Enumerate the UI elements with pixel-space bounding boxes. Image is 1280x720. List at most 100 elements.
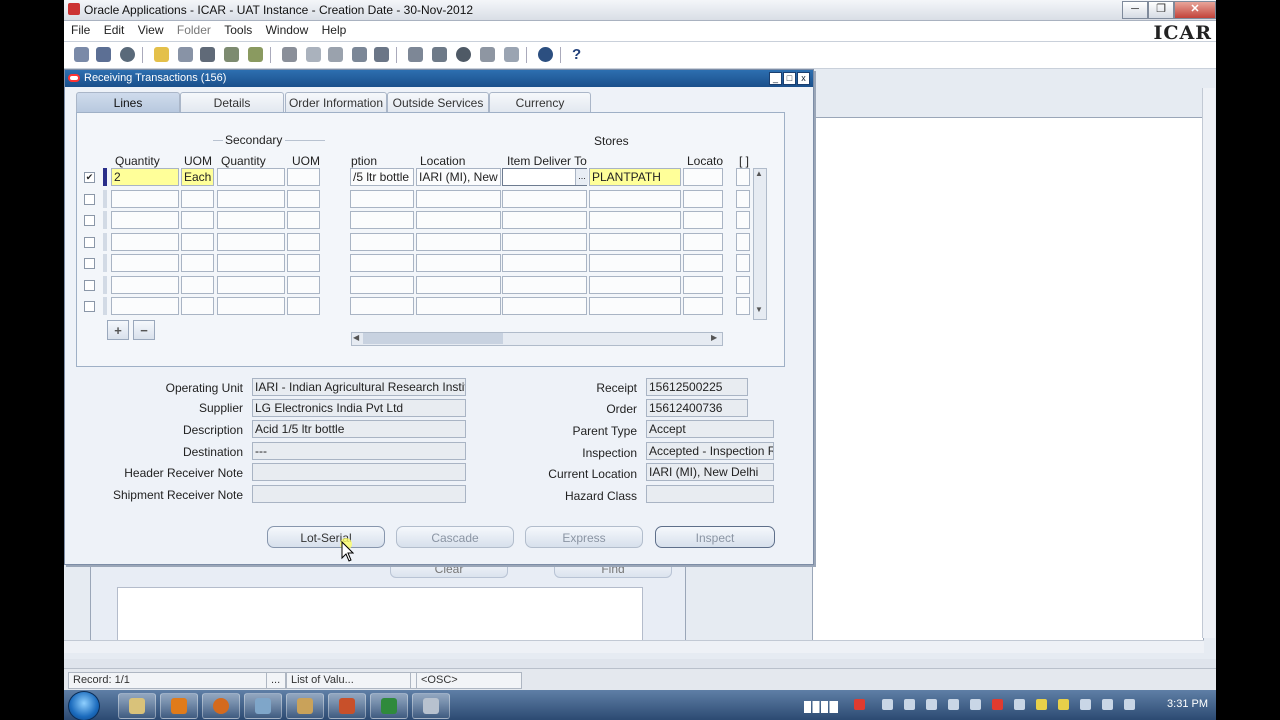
cell-uom[interactable]: Each bbox=[181, 168, 214, 186]
close-form-icon[interactable] bbox=[224, 47, 239, 62]
menu-view[interactable]: View bbox=[135, 21, 167, 39]
copy-icon[interactable] bbox=[306, 47, 321, 62]
tray-icon-1[interactable] bbox=[854, 699, 865, 710]
attachment-icon[interactable] bbox=[248, 47, 263, 62]
operating-unit-field[interactable]: IARI - Indian Agricultural Research Inst… bbox=[252, 378, 466, 396]
cell-stores[interactable] bbox=[589, 254, 681, 272]
help-icon[interactable]: ? bbox=[572, 47, 587, 62]
current-location-field[interactable]: IARI (MI), New Delhi bbox=[646, 463, 774, 481]
folder-tools-icon[interactable] bbox=[504, 47, 519, 62]
tray-icon-8[interactable] bbox=[1014, 699, 1025, 710]
cell-location[interactable] bbox=[416, 254, 501, 272]
cell-sec-quantity[interactable] bbox=[217, 275, 285, 294]
cell-uom[interactable] bbox=[181, 275, 214, 294]
delete-icon[interactable] bbox=[374, 47, 389, 62]
cascade-button[interactable]: Cascade bbox=[396, 526, 514, 548]
menu-folder[interactable]: Folder bbox=[174, 21, 214, 39]
print-icon[interactable] bbox=[200, 47, 215, 62]
destination-field[interactable]: --- bbox=[252, 442, 466, 460]
cell-location[interactable] bbox=[416, 232, 501, 251]
cell-stores[interactable]: PLANTPATH bbox=[589, 168, 681, 186]
cell-description[interactable] bbox=[350, 232, 414, 251]
cell-sec-quantity[interactable] bbox=[217, 168, 285, 186]
paperclip-icon[interactable] bbox=[480, 47, 495, 62]
dialog-minimize-button[interactable]: _ bbox=[769, 72, 782, 85]
row-select-checkbox[interactable] bbox=[84, 193, 95, 205]
cell-quantity[interactable] bbox=[111, 297, 179, 315]
main-horizontal-scrollbar[interactable] bbox=[64, 640, 1204, 653]
tray-icon-7[interactable] bbox=[992, 699, 1003, 710]
cell-location[interactable]: IARI (MI), New D bbox=[416, 168, 501, 186]
row-indicator[interactable] bbox=[103, 232, 107, 251]
translations-icon[interactable] bbox=[456, 47, 471, 62]
cell-description[interactable]: /5 ltr bottle bbox=[350, 168, 414, 186]
cell-location[interactable] bbox=[416, 189, 501, 208]
dialog-maximize-button[interactable]: □ bbox=[783, 72, 796, 85]
inspection-field[interactable]: Accepted - Inspection R bbox=[646, 442, 774, 460]
cell-description[interactable] bbox=[350, 254, 414, 272]
cell-locator[interactable] bbox=[683, 168, 723, 186]
scroll-down-arrow-icon[interactable]: ▼ bbox=[755, 305, 763, 314]
dialog-close-button[interactable]: x bbox=[797, 72, 810, 85]
cell-sec-quantity[interactable] bbox=[217, 254, 285, 272]
cell-description[interactable] bbox=[350, 297, 414, 315]
taskbar-powerpoint[interactable] bbox=[328, 693, 366, 719]
remove-row-button[interactable]: − bbox=[133, 320, 155, 340]
navigator-icon[interactable] bbox=[120, 47, 135, 62]
cell-sec-uom[interactable] bbox=[287, 232, 320, 251]
main-vertical-scrollbar[interactable] bbox=[1202, 88, 1215, 638]
cell-quantity[interactable] bbox=[111, 254, 179, 272]
cell-flexfield[interactable] bbox=[736, 275, 750, 294]
cell-locator[interactable] bbox=[683, 275, 723, 294]
cell-flexfield[interactable] bbox=[736, 189, 750, 208]
row-select-checkbox[interactable]: ✔ bbox=[84, 172, 95, 183]
cell-sec-quantity[interactable] bbox=[217, 232, 285, 251]
cell-location[interactable] bbox=[416, 275, 501, 294]
cell-item-deliver-to[interactable] bbox=[502, 232, 587, 251]
cell-locator[interactable] bbox=[683, 297, 723, 315]
cell-stores[interactable] bbox=[589, 189, 681, 208]
taskbar-excel[interactable] bbox=[370, 693, 408, 719]
taskbar-firefox[interactable] bbox=[202, 693, 240, 719]
inspect-button[interactable]: Inspect bbox=[655, 526, 775, 548]
cell-quantity[interactable] bbox=[111, 211, 179, 229]
menu-tools[interactable]: Tools bbox=[221, 21, 255, 39]
cell-item-deliver-to[interactable] bbox=[502, 297, 587, 315]
express-button[interactable]: Express bbox=[525, 526, 643, 548]
start-button[interactable] bbox=[68, 691, 100, 720]
cell-location[interactable] bbox=[416, 297, 501, 315]
close-button[interactable]: ✕ bbox=[1174, 1, 1216, 19]
zoom-icon[interactable] bbox=[432, 47, 447, 62]
row-indicator[interactable] bbox=[103, 297, 107, 315]
tray-icon-10[interactable] bbox=[1058, 699, 1069, 710]
cell-uom[interactable] bbox=[181, 254, 214, 272]
clear-record-icon[interactable] bbox=[352, 47, 367, 62]
row-select-checkbox[interactable] bbox=[84, 279, 95, 291]
cell-sec-uom[interactable] bbox=[287, 297, 320, 315]
save-icon[interactable] bbox=[178, 47, 193, 62]
cell-sec-quantity[interactable] bbox=[217, 211, 285, 229]
cut-icon[interactable] bbox=[282, 47, 297, 62]
cell-flexfield[interactable] bbox=[736, 254, 750, 272]
cell-sec-quantity[interactable] bbox=[217, 189, 285, 208]
menu-file[interactable]: File bbox=[68, 21, 93, 39]
receipt-field[interactable]: 15612500225 bbox=[646, 378, 748, 396]
cell-uom[interactable] bbox=[181, 297, 214, 315]
menu-help[interactable]: Help bbox=[319, 21, 350, 39]
taskbar-oracle[interactable] bbox=[412, 693, 450, 719]
cell-uom[interactable] bbox=[181, 232, 214, 251]
cell-locator[interactable] bbox=[683, 189, 723, 208]
tray-icon-9[interactable] bbox=[1036, 699, 1047, 710]
cell-item-deliver-to[interactable] bbox=[502, 275, 587, 294]
cell-locator[interactable] bbox=[683, 254, 723, 272]
cell-stores[interactable] bbox=[589, 211, 681, 229]
edit-field-icon[interactable] bbox=[408, 47, 423, 62]
row-select-checkbox[interactable] bbox=[84, 215, 95, 226]
award-icon[interactable] bbox=[538, 47, 553, 62]
maximize-button[interactable]: ❐ bbox=[1148, 1, 1174, 19]
cell-stores[interactable] bbox=[589, 297, 681, 315]
cell-sec-uom[interactable] bbox=[287, 275, 320, 294]
tab-order-information[interactable]: Order Information bbox=[285, 92, 387, 113]
header-receiver-note-field[interactable] bbox=[252, 463, 466, 481]
cell-quantity[interactable]: 2 bbox=[111, 168, 179, 186]
